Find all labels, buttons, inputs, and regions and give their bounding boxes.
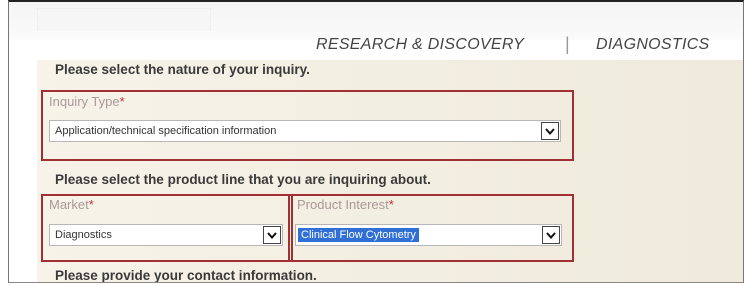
top-bar: [9, 2, 743, 40]
inquiry-type-select[interactable]: Application/technical specification info…: [49, 120, 561, 142]
faded-tab: [37, 8, 211, 31]
nav-separator: |: [565, 34, 570, 54]
product-interest-select[interactable]: Clinical Flow Cytometry: [295, 224, 562, 246]
product-interest-value: Clinical Flow Cytometry: [298, 228, 419, 242]
nav-diagnostics[interactable]: DIAGNOSTICS: [596, 36, 710, 58]
inquiry-type-label: Inquiry Type*: [49, 94, 125, 109]
market-value: Diagnostics: [55, 229, 112, 241]
market-select[interactable]: Diagnostics: [49, 224, 283, 246]
market-label: Market*: [49, 197, 94, 212]
chevron-down-icon[interactable]: [542, 226, 560, 244]
contact-prompt: Please provide your contact information.: [55, 268, 317, 283]
product-interest-label: Product Interest*: [297, 197, 394, 212]
screenshot-frame: RESEARCH & DISCOVERY | DIAGNOSTICS Pleas…: [8, 0, 744, 283]
nav-research-discovery[interactable]: RESEARCH & DISCOVERY: [316, 36, 524, 58]
chevron-down-icon[interactable]: [541, 122, 559, 140]
inquiry-type-value: Application/technical specification info…: [55, 125, 277, 137]
product-line-prompt: Please select the product line that you …: [55, 172, 431, 187]
chevron-down-icon[interactable]: [263, 226, 281, 244]
nature-prompt: Please select the nature of your inquiry…: [55, 62, 310, 77]
